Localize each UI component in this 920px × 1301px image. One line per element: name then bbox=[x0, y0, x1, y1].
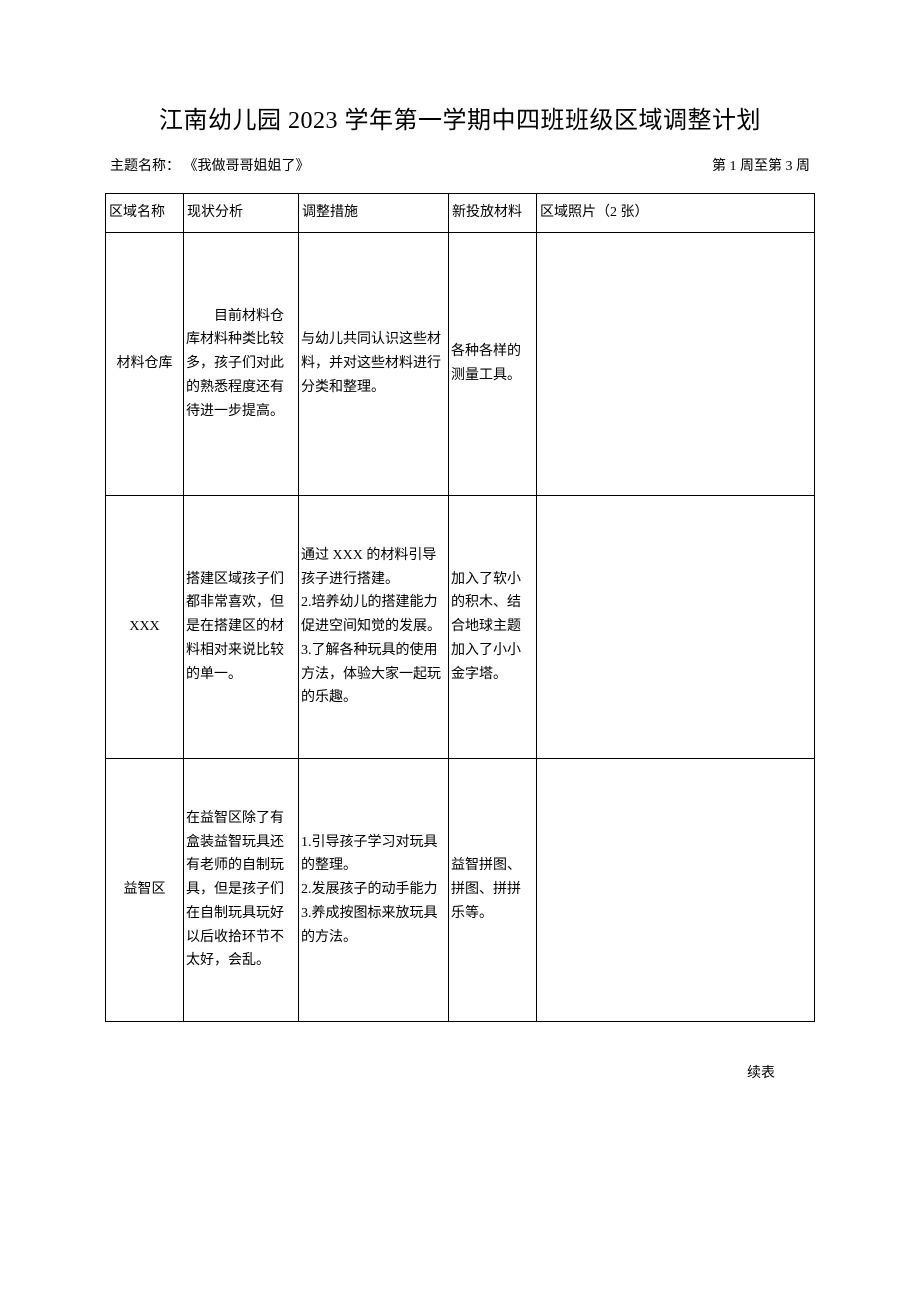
table-row: 材料仓库 目前材料仓库材料种类比较多，孩子们对此的熟悉程度还有待进一步提高。 与… bbox=[106, 233, 815, 496]
cell-photos bbox=[537, 233, 815, 496]
table-row: XXX 搭建区域孩子们都非常喜欢，但是在搭建区的材料相对来说比较的单一。 通过 … bbox=[106, 496, 815, 759]
table-row: 益智区 在益智区除了有盒装益智玩具还有老师的自制玩具，但是孩子们在自制玩具玩好以… bbox=[106, 759, 815, 1022]
table-header-row: 区域名称 现状分析 调整措施 新投放材料 区域照片（2 张） bbox=[106, 194, 815, 233]
cell-materials: 加入了软小的积木、结合地球主题加入了小小金字塔。 bbox=[449, 496, 537, 759]
cell-measures: 通过 XXX 的材料引导孩子进行搭建。2.培养幼儿的搭建能力促进空间知觉的发展。… bbox=[299, 496, 449, 759]
cell-photos bbox=[537, 759, 815, 1022]
theme-label: 主题名称： bbox=[110, 159, 180, 174]
header-area: 区域名称 bbox=[106, 194, 184, 233]
cell-materials: 益智拼图、拼图、拼拼乐等。 bbox=[449, 759, 537, 1022]
cell-materials: 各种各样的测量工具。 bbox=[449, 233, 537, 496]
header-measures: 调整措施 bbox=[299, 194, 449, 233]
footer-continue: 续表 bbox=[105, 1062, 815, 1082]
cell-analysis: 搭建区域孩子们都非常喜欢，但是在搭建区的材料相对来说比较的单一。 bbox=[184, 496, 299, 759]
cell-area: 益智区 bbox=[106, 759, 184, 1022]
cell-area: 材料仓库 bbox=[106, 233, 184, 496]
cell-photos bbox=[537, 496, 815, 759]
subheader: 主题名称： 《我做哥哥姐姐了》 第 1 周至第 3 周 bbox=[105, 155, 815, 175]
page-title: 江南幼儿园 2023 学年第一学期中四班班级区域调整计划 bbox=[105, 100, 815, 135]
cell-measures: 1.引导孩子学习对玩具的整理。2.发展孩子的动手能力3.养成按图标来放玩具的方法… bbox=[299, 759, 449, 1022]
table-body: 材料仓库 目前材料仓库材料种类比较多，孩子们对此的熟悉程度还有待进一步提高。 与… bbox=[106, 233, 815, 1022]
header-analysis: 现状分析 bbox=[184, 194, 299, 233]
header-photos: 区域照片（2 张） bbox=[537, 194, 815, 233]
header-materials: 新投放材料 bbox=[449, 194, 537, 233]
cell-analysis: 目前材料仓库材料种类比较多，孩子们对此的熟悉程度还有待进一步提高。 bbox=[184, 233, 299, 496]
cell-measures: 与幼儿共同认识这些材料，并对这些材料进行分类和整理。 bbox=[299, 233, 449, 496]
theme-name: 《我做哥哥姐姐了》 bbox=[184, 159, 310, 174]
cell-analysis: 在益智区除了有盒装益智玩具还有老师的自制玩具，但是孩子们在自制玩具玩好以后收拾环… bbox=[184, 759, 299, 1022]
cell-area: XXX bbox=[106, 496, 184, 759]
theme-section: 主题名称： 《我做哥哥姐姐了》 bbox=[110, 155, 310, 175]
week-range: 第 1 周至第 3 周 bbox=[712, 155, 810, 175]
plan-table: 区域名称 现状分析 调整措施 新投放材料 区域照片（2 张） 材料仓库 目前材料… bbox=[105, 193, 815, 1022]
